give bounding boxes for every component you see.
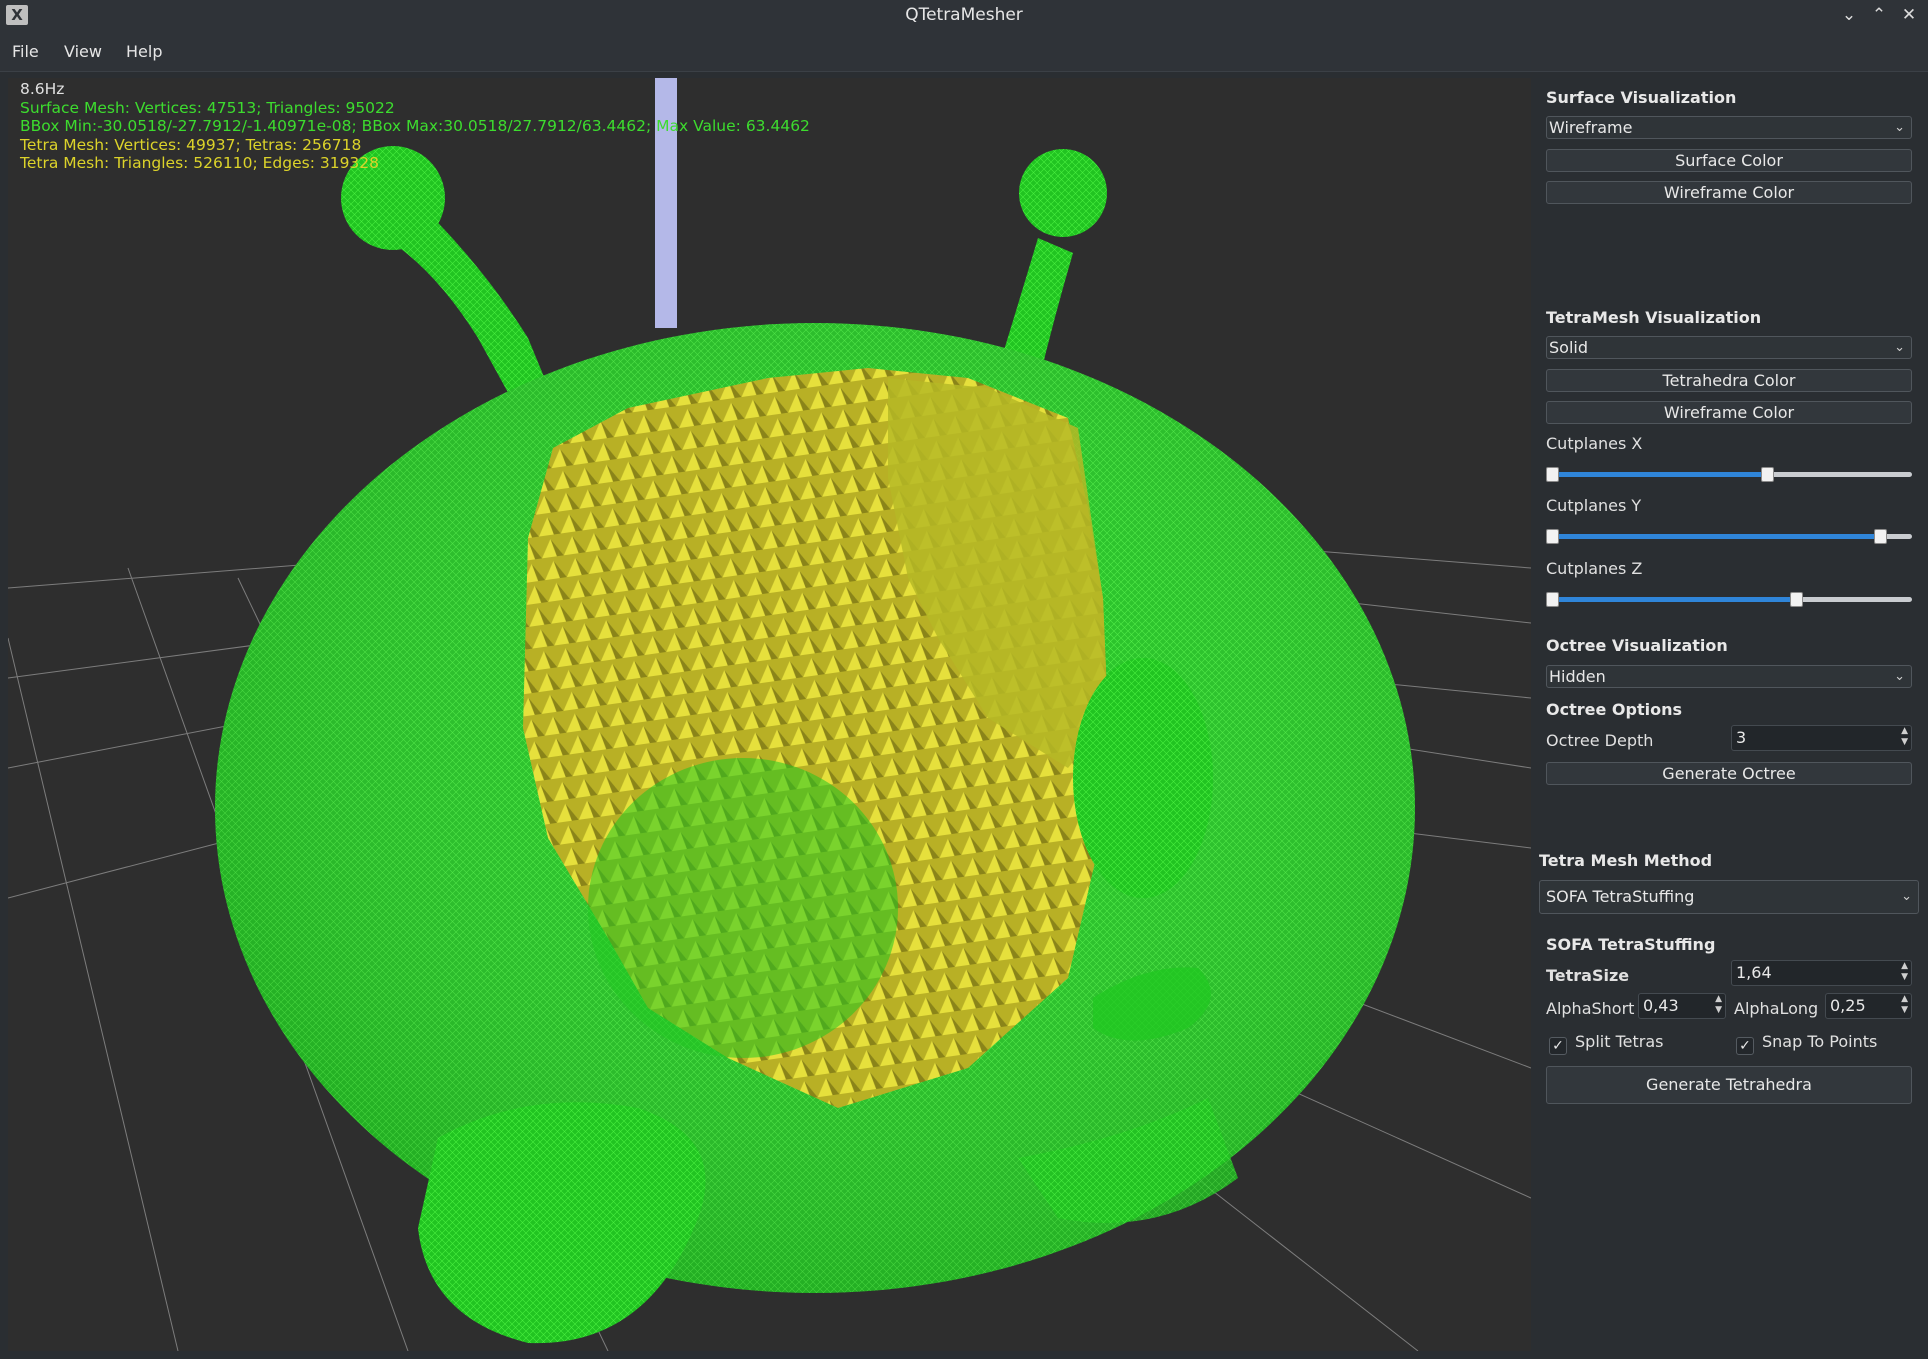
tetra-vis-title: TetraMesh Visualization	[1546, 308, 1762, 327]
spin-arrows-icon[interactable]: ▲ ▼	[1715, 994, 1722, 1016]
bbox-stats: BBox Min:-30.0518/-27.7912/-1.40971e-08;…	[20, 117, 810, 135]
fps-readout: 8.6Hz	[20, 80, 65, 98]
eye-left	[588, 758, 898, 1058]
split-tetras-label: Split Tetras	[1575, 1032, 1664, 1051]
ear-right	[1073, 658, 1213, 898]
cutplanes-x-label: Cutplanes X	[1546, 434, 1643, 453]
alpha-long-label: AlphaLong	[1734, 999, 1819, 1018]
alpha-short-spinbox[interactable]: 0,43 ▲ ▼	[1638, 993, 1726, 1019]
maximize-button[interactable]: ⌃	[1865, 2, 1893, 28]
surface-mode-select[interactable]: Wireframe ⌄	[1546, 116, 1912, 139]
tetra-mode-value: Solid	[1549, 338, 1588, 357]
alpha-long-value: 0,25	[1830, 996, 1866, 1015]
tetra-method-value: SOFA TetraStuffing	[1546, 887, 1695, 906]
slider-low-handle[interactable]	[1546, 467, 1559, 482]
surface-mesh-stats: Surface Mesh: Vertices: 47513; Triangles…	[20, 98, 395, 117]
cutplanes-x-slider[interactable]	[1546, 466, 1912, 482]
tetrasize-label: TetraSize	[1546, 966, 1630, 985]
surface-vis-title: Surface Visualization	[1546, 88, 1737, 107]
sofa-title: SOFA TetraStuffing	[1546, 935, 1716, 954]
cutplanes-y-slider[interactable]	[1546, 528, 1912, 544]
split-tetras-checkbox[interactable]: ✓ Split Tetras	[1549, 1032, 1663, 1055]
menu-bar: File View Help	[0, 30, 1928, 72]
octree-depth-value: 3	[1736, 728, 1747, 747]
mesh-render	[8, 78, 1531, 1351]
cutplanes-z-slider[interactable]	[1546, 591, 1912, 607]
chevron-down-icon: ⌄	[1894, 120, 1905, 135]
tetrasize-spinbox[interactable]: 1,64 ▲ ▼	[1731, 960, 1912, 986]
tetra-method-select[interactable]: SOFA TetraStuffing ⌄	[1539, 880, 1919, 914]
minimize-button[interactable]: ⌄	[1835, 2, 1863, 28]
menu-file[interactable]: File	[12, 42, 39, 61]
window-title: QTetraMesher	[905, 5, 1023, 25]
chevron-down-icon: ⌄	[1894, 340, 1905, 355]
surface-wireframe-color-button[interactable]: Wireframe Color	[1546, 181, 1912, 204]
3d-viewport[interactable]: 8.6Hz Surface Mesh: Vertices: 47513; Tri…	[8, 78, 1531, 1351]
tetra-vertex-stats: Tetra Mesh: Vertices: 49937; Tetras: 256…	[20, 135, 362, 154]
alpha-long-spinbox[interactable]: 0,25 ▲ ▼	[1825, 993, 1912, 1019]
snap-to-points-label: Snap To Points	[1762, 1032, 1878, 1051]
snap-to-points-checkbox[interactable]: ✓ Snap To Points	[1736, 1032, 1877, 1055]
octree-mode-select[interactable]: Hidden ⌄	[1546, 665, 1912, 688]
checkmark-icon: ✓	[1736, 1037, 1754, 1055]
tetra-wireframe-color-button[interactable]: Wireframe Color	[1546, 401, 1912, 424]
checkmark-icon: ✓	[1549, 1037, 1567, 1055]
menu-view[interactable]: View	[64, 42, 102, 61]
control-panel: Surface Visualization Wireframe ⌄ Surfac…	[1531, 78, 1928, 1359]
spin-arrows-icon[interactable]: ▲ ▼	[1901, 961, 1908, 983]
cutplanes-y-label: Cutplanes Y	[1546, 496, 1642, 515]
tetra-edge-stats: Tetra Mesh: Triangles: 526110; Edges: 31…	[20, 154, 380, 172]
menu-help[interactable]: Help	[126, 42, 162, 61]
tetra-mode-select[interactable]: Solid ⌄	[1546, 336, 1912, 359]
foot-left	[418, 1102, 706, 1344]
hud-overlay: 8.6Hz Surface Mesh: Vertices: 47513; Tri…	[20, 80, 810, 173]
octree-vis-title: Octree Visualization	[1546, 636, 1728, 655]
chevron-down-icon: ⌄	[1901, 889, 1912, 904]
octree-mode-value: Hidden	[1549, 667, 1606, 686]
octree-options-title: Octree Options	[1546, 700, 1682, 719]
close-button[interactable]: ✕	[1895, 2, 1923, 28]
right-antenna-tip	[1019, 149, 1107, 237]
tetra-method-title: Tetra Mesh Method	[1539, 851, 1713, 870]
alpha-short-value: 0,43	[1643, 996, 1679, 1015]
slider-high-handle[interactable]	[1789, 592, 1803, 607]
cutplanes-z-label: Cutplanes Z	[1546, 559, 1643, 578]
octree-depth-spinbox[interactable]: 3 ▲ ▼	[1731, 725, 1912, 751]
surface-color-button[interactable]: Surface Color	[1546, 149, 1912, 172]
slider-low-handle[interactable]	[1546, 592, 1559, 607]
spin-arrows-icon[interactable]: ▲ ▼	[1901, 726, 1908, 748]
title-bar: X QTetraMesher ⌄ ⌃ ✕	[0, 0, 1928, 30]
generate-octree-button[interactable]: Generate Octree	[1546, 762, 1912, 785]
surface-mode-value: Wireframe	[1549, 118, 1633, 137]
spin-arrows-icon[interactable]: ▲ ▼	[1901, 994, 1908, 1016]
tetrahedra-color-button[interactable]: Tetrahedra Color	[1546, 369, 1912, 392]
slider-low-handle[interactable]	[1546, 529, 1559, 544]
slider-high-handle[interactable]	[1874, 529, 1888, 544]
octree-depth-label: Octree Depth	[1546, 731, 1654, 750]
alpha-short-label: AlphaShort	[1546, 999, 1635, 1018]
chevron-down-icon: ⌄	[1894, 669, 1905, 684]
generate-tetrahedra-button[interactable]: Generate Tetrahedra	[1546, 1066, 1912, 1104]
slider-high-handle[interactable]	[1761, 467, 1775, 482]
tetrasize-value: 1,64	[1736, 963, 1772, 982]
